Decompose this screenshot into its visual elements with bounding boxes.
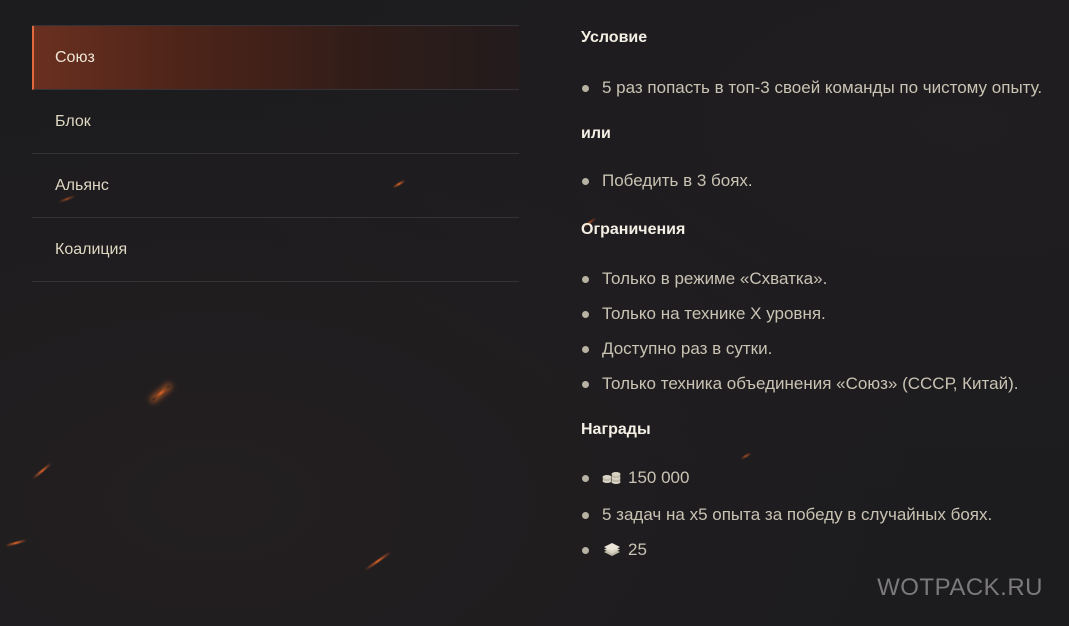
mission-details: Условие 5 раз попасть в топ-3 своей кома… xyxy=(581,28,1051,566)
tab-label: Союз xyxy=(55,48,95,66)
tab-soyuz[interactable]: Союз xyxy=(32,26,519,90)
or-text: Победить в 3 боях. xyxy=(602,171,753,190)
restrictions-heading: Ограничения xyxy=(581,221,686,238)
bullet-icon xyxy=(582,512,589,519)
restrictions-list: Только в режиме «Схватка». Только на тех… xyxy=(581,265,1051,398)
list-item: 25 xyxy=(581,536,1051,566)
list-item: 5 задач на х5 опыта за победу в случайны… xyxy=(581,501,1051,529)
restriction-text: Только техника объединения «Союз» (СССР,… xyxy=(602,374,1019,393)
credits-value: 150 000 xyxy=(628,468,690,487)
restriction-text: Только на технике X уровня. xyxy=(602,304,826,323)
bullet-icon xyxy=(582,311,589,318)
tab-label: Блок xyxy=(55,112,91,130)
tab-label: Коалиция xyxy=(55,240,128,258)
list-item: Доступно раз в сутки. xyxy=(581,335,1051,363)
bullet-icon xyxy=(582,475,589,482)
restriction-text: Доступно раз в сутки. xyxy=(602,339,773,358)
bullet-icon xyxy=(582,346,589,353)
or-heading: или xyxy=(581,125,611,142)
bonds-icon xyxy=(602,538,622,566)
watermark-text: WOTPACK.RU xyxy=(877,574,1043,601)
reward-tasks-text: 5 задач на х5 опыта за победу в случайны… xyxy=(602,505,993,524)
condition-heading: Условие xyxy=(581,29,648,46)
tab-blok[interactable]: Блок xyxy=(32,90,519,154)
condition-list: 5 раз попасть в топ-3 своей команды по ч… xyxy=(581,74,1051,102)
list-item: Победить в 3 боях. xyxy=(581,167,1051,195)
rewards-heading: Награды xyxy=(581,421,651,438)
list-item: Только на технике X уровня. xyxy=(581,300,1051,328)
bullet-icon xyxy=(582,547,589,554)
bullet-icon xyxy=(582,276,589,283)
bonds-value: 25 xyxy=(628,540,647,559)
condition-text: 5 раз попасть в топ-3 своей команды по ч… xyxy=(602,78,1043,97)
credits-icon xyxy=(602,466,622,494)
bullet-icon xyxy=(582,381,589,388)
rewards-list: 150 000 5 задач на х5 опыта за победу в … xyxy=(581,464,1051,566)
tab-alyans[interactable]: Альянс xyxy=(32,154,519,218)
list-item: Только в режиме «Схватка». xyxy=(581,265,1051,293)
sidebar-nav: Союз Блок Альянс Коалиция xyxy=(32,25,519,282)
bullet-icon xyxy=(582,85,589,92)
or-list: Победить в 3 боях. xyxy=(581,167,1051,195)
list-item: Только техника объединения «Союз» (СССР,… xyxy=(581,370,1051,398)
tab-label: Альянс xyxy=(55,176,109,194)
restriction-text: Только в режиме «Схватка». xyxy=(602,269,828,288)
tab-koalitsiya[interactable]: Коалиция xyxy=(32,218,519,282)
list-item: 150 000 xyxy=(581,464,1051,494)
list-item: 5 раз попасть в топ-3 своей команды по ч… xyxy=(581,74,1051,102)
bullet-icon xyxy=(582,178,589,185)
